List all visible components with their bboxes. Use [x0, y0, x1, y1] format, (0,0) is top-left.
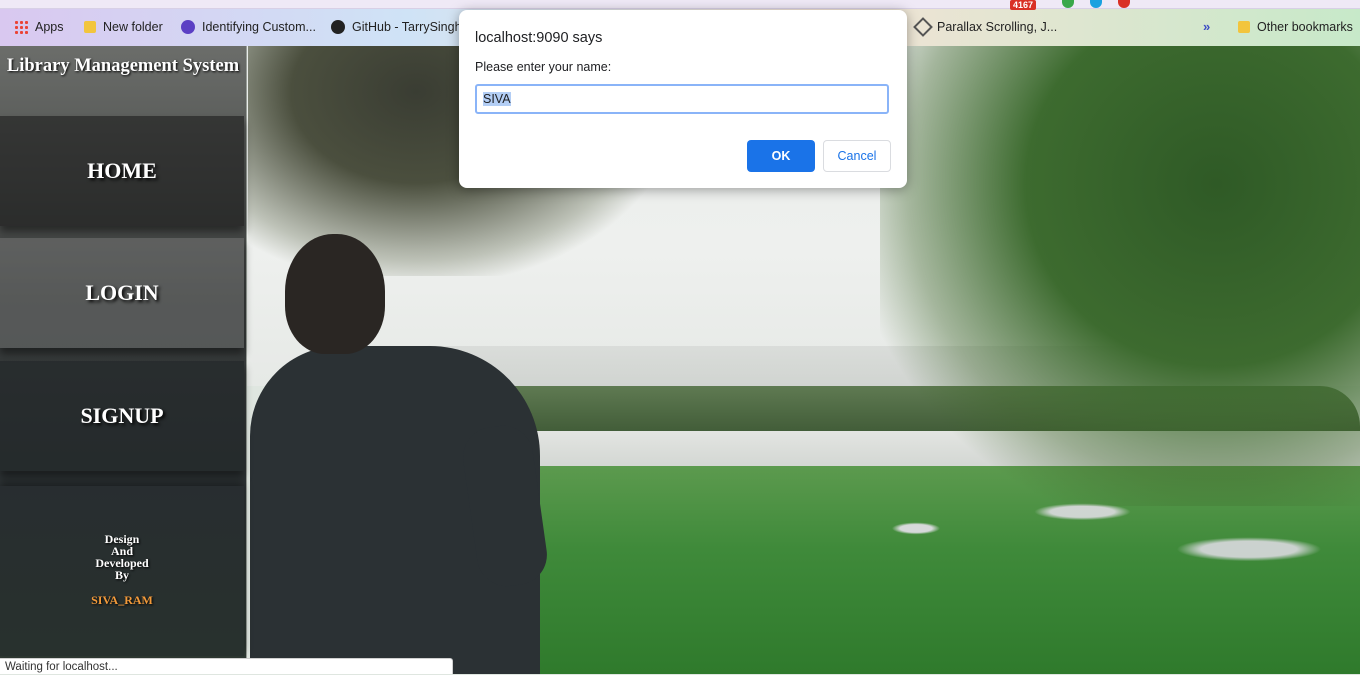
folder-icon	[84, 21, 96, 33]
person-head	[285, 234, 385, 354]
credits-panel: Design And Developed By SIVA_RAM	[0, 486, 244, 656]
site-icon	[181, 20, 195, 34]
folder-icon	[1238, 21, 1250, 33]
notification-badge[interactable]: 4167	[1010, 0, 1037, 10]
bookmark-github[interactable]: GitHub - TarrySingh...	[331, 17, 472, 37]
bookmark-label: GitHub - TarrySingh...	[352, 20, 472, 34]
nav-signup-button[interactable]: SIGNUP	[0, 361, 244, 471]
dialog-message: Please enter your name:	[475, 60, 612, 74]
site-title: Library Management System	[6, 56, 240, 76]
nav-home-button[interactable]: HOME	[0, 116, 244, 226]
status-bar: Waiting for localhost...	[0, 658, 453, 674]
other-bookmarks[interactable]: Other bookmarks	[1238, 17, 1353, 37]
bookmark-label: Parallax Scrolling, J...	[937, 20, 1058, 34]
apps-grid-icon	[14, 20, 28, 34]
nav-login-button[interactable]: LOGIN	[0, 238, 244, 348]
bookmarks-overflow-button[interactable]: »	[1203, 19, 1210, 34]
bookmark-apps[interactable]: Apps	[14, 17, 64, 37]
other-bookmarks-label: Other bookmarks	[1257, 20, 1353, 34]
ok-button[interactable]: OK	[747, 140, 815, 172]
name-input[interactable]	[475, 84, 889, 114]
bookmark-label: Identifying Custom...	[202, 20, 316, 34]
codepen-icon	[913, 17, 933, 37]
cancel-button[interactable]: Cancel	[823, 140, 891, 172]
credit-line: By	[114, 568, 129, 582]
bookmark-label: New folder	[103, 20, 163, 34]
tab-strip-edge	[0, 0, 1360, 9]
tree-canopy	[880, 46, 1360, 506]
prompt-dialog: localhost:9090 says Please enter your na…	[459, 10, 907, 188]
author-name: SIVA_RAM	[91, 593, 153, 607]
bookmark-identifying-custom[interactable]: Identifying Custom...	[181, 17, 316, 37]
bookmark-parallax[interactable]: Parallax Scrolling, J...	[913, 17, 1058, 37]
bookmark-label: Apps	[35, 20, 64, 34]
bookmark-new-folder[interactable]: New folder	[84, 17, 163, 37]
github-icon	[331, 20, 345, 34]
sidebar: Library Management System HOME LOGIN SIG…	[0, 46, 247, 674]
dialog-title: localhost:9090 says	[475, 30, 603, 46]
credit-text: Design And Developed By	[0, 533, 244, 581]
